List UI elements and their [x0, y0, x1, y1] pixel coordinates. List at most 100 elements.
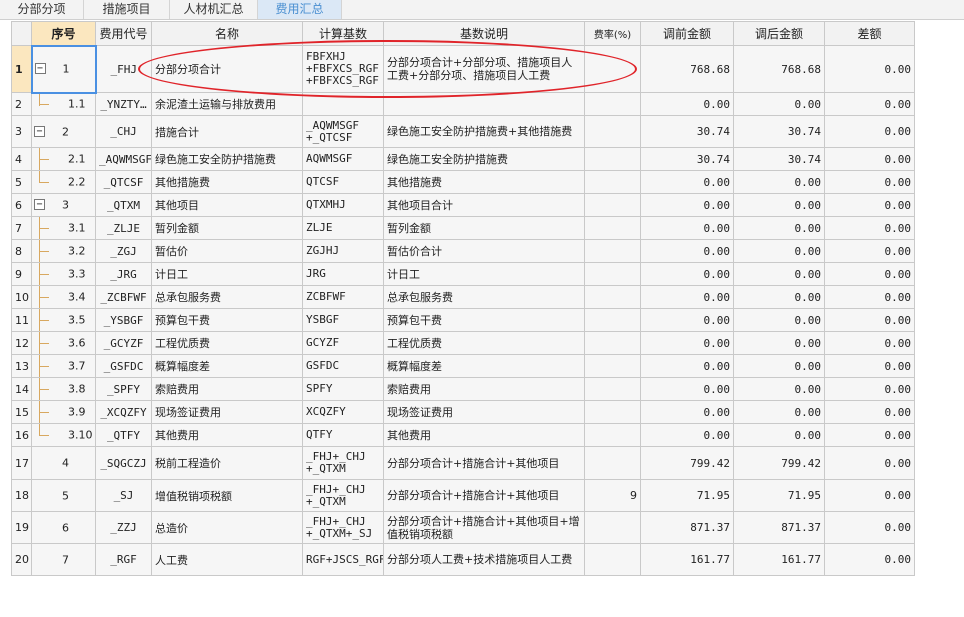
cost-code-cell[interactable]: _SPFY — [95, 377, 152, 401]
after-amount-header[interactable]: 调后金额 — [733, 21, 825, 46]
difference-cell[interactable]: 0.00 — [824, 262, 915, 286]
after-amount-cell[interactable]: 0.00 — [733, 308, 825, 332]
calc-base-cell[interactable]: _AQWMSGF +_QTCSF — [302, 115, 384, 148]
calc-base-cell[interactable]: _FHJ+_CHJ +_QTXM — [302, 446, 384, 480]
base-description-cell[interactable]: 其他项目合计 — [383, 193, 585, 217]
after-amount-cell[interactable]: 0.00 — [733, 377, 825, 401]
desc-header[interactable]: 基数说明 — [383, 21, 585, 46]
seq-cell[interactable]: −2 — [31, 115, 96, 148]
before-amount-cell[interactable]: 161.77 — [640, 543, 734, 576]
base-description-cell[interactable]: 索赔费用 — [383, 377, 585, 401]
name-header[interactable]: 名称 — [151, 21, 303, 46]
collapse-toggle-icon[interactable]: − — [34, 125, 45, 137]
table-row[interactable]: 16 3.10 _QTFY 其他费用 QTFY 其他费用 0.00 0.00 0.00 — [11, 423, 915, 447]
row-number-cell[interactable]: 11 — [11, 308, 32, 332]
table-row[interactable]: 15 3.9 _XCQZFY 现场签证费用 XCQZFY 现场签证费用 0.00 0.00 0.… — [11, 400, 915, 424]
cost-code-cell[interactable]: _CHJ — [95, 115, 152, 148]
name-cell[interactable]: 工程优质费 — [151, 331, 303, 355]
difference-header[interactable]: 差额 — [824, 21, 915, 46]
difference-cell[interactable]: 0.00 — [824, 147, 915, 171]
row-number-cell[interactable]: 19 — [11, 511, 32, 544]
before-amount-cell[interactable]: 30.74 — [640, 147, 734, 171]
base-description-cell[interactable] — [383, 92, 585, 116]
after-amount-cell[interactable]: 0.00 — [733, 216, 825, 240]
name-cell[interactable]: 暂估价 — [151, 239, 303, 263]
rate-cell[interactable] — [584, 45, 641, 93]
rate-cell[interactable] — [584, 331, 641, 355]
base-description-cell[interactable]: 绿色施工安全防护措施费+其他措施费 — [383, 115, 585, 148]
before-amount-cell[interactable]: 0.00 — [640, 216, 734, 240]
calc-base-cell[interactable]: ZLJE — [302, 216, 384, 240]
seq-cell[interactable]: −1 — [30, 44, 97, 94]
calc-base-cell[interactable]: _FHJ+_CHJ +_QTXM — [302, 479, 384, 512]
cost-code-cell[interactable]: _ZCBFWF — [95, 285, 152, 309]
cost-code-cell[interactable]: _ZZJ — [95, 511, 152, 544]
rate-header[interactable]: 费率(%) — [584, 21, 641, 46]
calc-base-cell[interactable]: ZCBFWF — [302, 285, 384, 309]
after-amount-cell[interactable]: 71.95 — [733, 479, 825, 512]
base-description-cell[interactable]: 总承包服务费 — [383, 285, 585, 309]
after-amount-cell[interactable]: 0.00 — [733, 170, 825, 194]
cost-code-cell[interactable]: _QTXM — [95, 193, 152, 217]
name-cell[interactable]: 余泥渣土运输与排放费用 — [151, 92, 303, 116]
name-cell[interactable]: 增值税销项税额 — [151, 479, 303, 512]
row-number-cell[interactable]: 13 — [11, 354, 32, 378]
row-number-cell[interactable]: 7 — [11, 216, 32, 240]
calc-base-cell[interactable]: AQWMSGF — [302, 147, 384, 171]
seq-cell[interactable]: 3.10 — [31, 423, 96, 447]
rate-cell[interactable]: 9 — [584, 479, 641, 512]
after-amount-cell[interactable]: 30.74 — [733, 115, 825, 148]
seq-cell[interactable]: 6 — [31, 511, 96, 544]
before-amount-cell[interactable]: 0.00 — [640, 308, 734, 332]
base-description-cell[interactable]: 工程优质费 — [383, 331, 585, 355]
name-cell[interactable]: 总造价 — [151, 511, 303, 544]
rate-cell[interactable] — [584, 446, 641, 480]
code-header[interactable]: 费用代号 — [95, 21, 152, 46]
row-number-cell[interactable]: 2 — [11, 92, 32, 116]
difference-cell[interactable]: 0.00 — [824, 400, 915, 424]
seq-cell[interactable]: 3.3 — [31, 262, 96, 286]
table-row[interactable]: 8 3.2 _ZGJ 暂估价 ZGJHJ 暂估价合计 0.00 0.00 0.00 — [11, 239, 915, 263]
before-amount-cell[interactable]: 30.74 — [640, 115, 734, 148]
cost-code-cell[interactable]: _FHJ — [95, 45, 152, 93]
before-amount-cell[interactable]: 0.00 — [640, 377, 734, 401]
tab-labor-material-summary[interactable]: 人材机汇总 — [170, 0, 258, 19]
rate-cell[interactable] — [584, 285, 641, 309]
calc-base-cell[interactable]: XCQZFY — [302, 400, 384, 424]
row-number-cell[interactable]: 16 — [11, 423, 32, 447]
name-cell[interactable]: 人工费 — [151, 543, 303, 576]
tab-cost-summary[interactable]: 费用汇总 — [258, 0, 342, 19]
before-amount-cell[interactable]: 0.00 — [640, 239, 734, 263]
cost-code-cell[interactable]: _YSBGF — [95, 308, 152, 332]
name-cell[interactable]: 预算包干费 — [151, 308, 303, 332]
difference-cell[interactable]: 0.00 — [824, 479, 915, 512]
cost-code-cell[interactable]: _GSFDC — [95, 354, 152, 378]
after-amount-cell[interactable]: 0.00 — [733, 193, 825, 217]
seq-cell[interactable]: 2.2 — [31, 170, 96, 194]
seq-cell[interactable]: 7 — [31, 543, 96, 576]
calc-base-cell[interactable]: RGF+JSCS_RGF — [302, 543, 384, 576]
table-row[interactable]: 4 2.1 _AQWMSGF 绿色施工安全防护措施费 AQWMSGF 绿色施工安全防护措施… — [11, 147, 915, 171]
tab-items-by-section[interactable]: 分部分项 — [0, 0, 84, 19]
difference-cell[interactable]: 0.00 — [824, 331, 915, 355]
cost-code-cell[interactable]: _ZGJ — [95, 239, 152, 263]
seq-cell[interactable]: 3.1 — [31, 216, 96, 240]
after-amount-cell[interactable]: 799.42 — [733, 446, 825, 480]
difference-cell[interactable]: 0.00 — [824, 170, 915, 194]
table-row[interactable]: 11 3.5 _YSBGF 预算包干费 YSBGF 预算包干费 0.00 0.00 0.00 — [11, 308, 915, 332]
base-description-cell[interactable]: 分部分项人工费+技术措施项目人工费 — [383, 543, 585, 576]
difference-cell[interactable]: 0.00 — [824, 285, 915, 309]
cost-code-cell[interactable]: _SQGCZJ — [95, 446, 152, 480]
difference-cell[interactable]: 0.00 — [824, 216, 915, 240]
cost-code-cell[interactable]: _SJ — [95, 479, 152, 512]
name-cell[interactable]: 计日工 — [151, 262, 303, 286]
table-row[interactable]: 5 2.2 _QTCSF 其他措施费 QTCSF 其他措施费 0.00 0.00 0.00 — [11, 170, 915, 194]
collapse-toggle-icon[interactable]: − — [34, 199, 45, 210]
before-amount-cell[interactable]: 768.68 — [640, 45, 734, 93]
rate-cell[interactable] — [584, 115, 641, 148]
name-cell[interactable]: 其他费用 — [151, 423, 303, 447]
difference-cell[interactable]: 0.00 — [824, 446, 915, 480]
calc-base-cell[interactable]: QTCSF — [302, 170, 384, 194]
rate-cell[interactable] — [584, 400, 641, 424]
seq-cell[interactable]: 3.8 — [31, 377, 96, 401]
